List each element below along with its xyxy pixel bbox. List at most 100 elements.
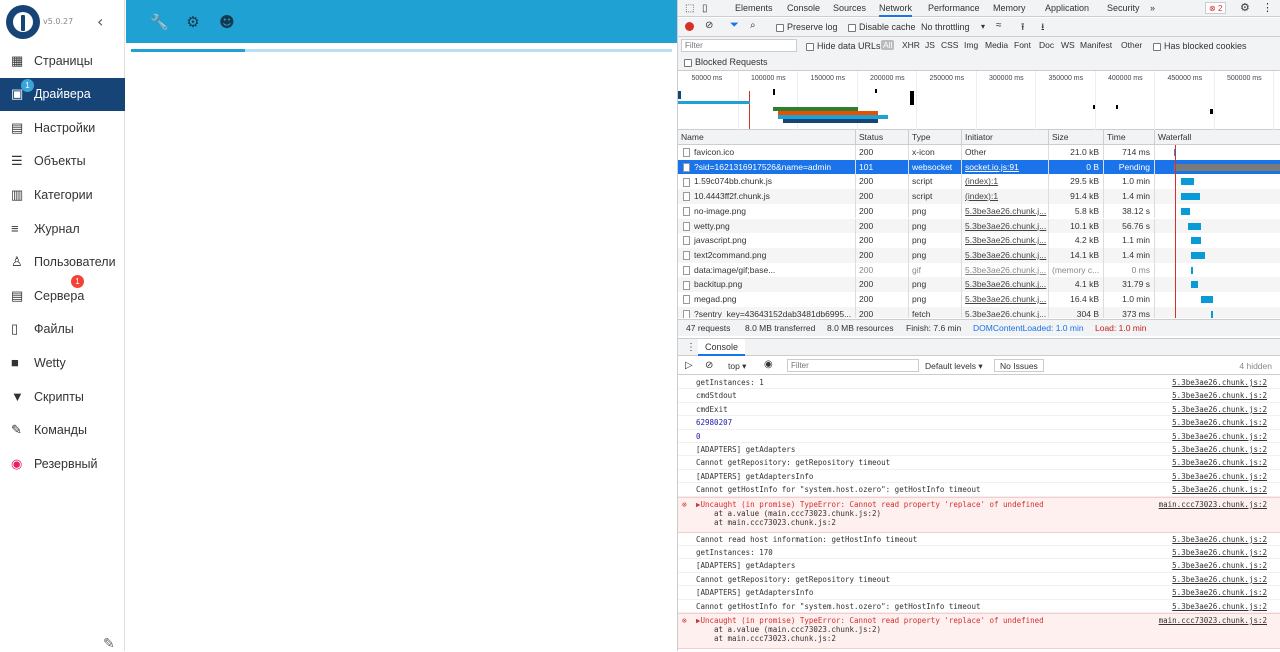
type-filter-js[interactable]: JS — [925, 40, 935, 50]
network-row[interactable]: backitup.png 200 png 5.3be3ae26.chunk.j... 4… — [678, 277, 1280, 292]
request-initiator[interactable]: (index):1 — [961, 174, 1048, 190]
download-icon[interactable]: ⭳ — [1041, 20, 1045, 37]
tab-3[interactable]: Network — [879, 3, 913, 17]
blocked-requests-checkbox[interactable]: Blocked Requests — [684, 57, 768, 67]
request-initiator[interactable]: 5.3be3ae26.chunk.j... — [961, 292, 1048, 307]
stack-frame[interactable]: at main.ccc73023.chunk.js:2 — [714, 516, 836, 529]
pencil-icon[interactable]: ✎ — [103, 636, 115, 652]
sidebar-item-0[interactable]: ▦ Страницы — [0, 44, 125, 77]
hide-data-urls-checkbox[interactable]: Hide data URLs — [806, 41, 881, 51]
network-row[interactable]: ?sentry_key=43643152dab3481db6995... 200 f… — [678, 306, 1280, 318]
sidebar-item-1[interactable]: ▣ Драйвера 1 — [0, 77, 125, 111]
type-filter-ws[interactable]: WS — [1061, 40, 1075, 50]
sidebar-item-8[interactable]: ▯ Файлы — [0, 313, 125, 346]
column-header-status[interactable]: Status — [855, 130, 908, 144]
tab-0[interactable]: Elements — [735, 3, 773, 13]
request-initiator[interactable]: 5.3be3ae26.chunk.j... — [961, 277, 1048, 292]
upload-icon[interactable]: ⭱ — [1021, 20, 1025, 37]
type-filter-css[interactable]: CSS — [941, 40, 958, 50]
console-source-link[interactable]: 5.3be3ae26.chunk.js:2 — [1172, 600, 1267, 613]
drawer-menu-icon[interactable]: ⋮ — [686, 342, 696, 353]
tab-7[interactable]: Security — [1107, 3, 1140, 13]
sidebar-item-3[interactable]: ☰ Объекты — [0, 145, 125, 178]
tab-1[interactable]: Console — [787, 3, 820, 13]
search-icon[interactable]: ⌕ — [750, 20, 756, 31]
console-source-link[interactable]: 5.3be3ae26.chunk.js:2 — [1172, 389, 1267, 402]
filter-input[interactable] — [681, 39, 797, 52]
filter-icon[interactable]: ⏷ — [730, 19, 739, 32]
app-logo[interactable] — [6, 5, 40, 39]
context-select[interactable]: top ▾ — [728, 361, 746, 372]
request-initiator[interactable]: 5.3be3ae26.chunk.j... — [961, 262, 1048, 278]
error-counter[interactable]: ⊗ 2 — [1205, 2, 1227, 14]
network-row[interactable]: megad.png 200 png 5.3be3ae26.chunk.j... 16.4… — [678, 292, 1280, 307]
chevron-left-icon[interactable]: ‹ — [97, 12, 103, 31]
type-filter-xhr[interactable]: XHR — [902, 40, 920, 50]
type-filter-other[interactable]: Other — [1121, 40, 1142, 50]
type-filter-img[interactable]: Img — [964, 40, 978, 50]
console-source-link[interactable]: 5.3be3ae26.chunk.js:2 — [1172, 533, 1267, 546]
sidebar-item-2[interactable]: ▤ Настройки — [0, 111, 125, 144]
levels-select[interactable]: Default levels ▾ — [925, 361, 983, 372]
type-filter-doc[interactable]: Doc — [1039, 40, 1054, 50]
network-row[interactable]: data:image/gif;base... 200 gif 5.3be3ae26.c… — [678, 262, 1280, 278]
network-row[interactable]: javascript.png 200 png 5.3be3ae26.chunk.j..… — [678, 233, 1280, 248]
record-icon[interactable] — [685, 22, 694, 31]
tab-6[interactable]: Application — [1045, 3, 1089, 13]
tab-5[interactable]: Memory — [993, 3, 1026, 13]
network-row[interactable]: 10.4443ff2f.chunk.js 200 script (index):1 91… — [678, 189, 1280, 204]
console-source-link[interactable]: 5.3be3ae26.chunk.js:2 — [1172, 403, 1267, 416]
blocked-cookies-checkbox[interactable]: Has blocked cookies — [1153, 41, 1247, 51]
device-toggle-icon[interactable]: ▯ — [702, 3, 708, 14]
sidebar-item-4[interactable]: ▥ Категории — [0, 178, 125, 211]
console-source-link[interactable]: 5.3be3ae26.chunk.js:2 — [1172, 573, 1267, 586]
console-source-link[interactable]: 5.3be3ae26.chunk.js:2 — [1172, 443, 1267, 456]
chevron-down-icon[interactable]: ▾ — [981, 22, 985, 31]
console-source-link[interactable]: 5.3be3ae26.chunk.js:2 — [1172, 586, 1267, 599]
sidebar-item-12[interactable]: ◉ Резервный — [0, 447, 125, 480]
head-icon[interactable]: ☻ — [218, 13, 236, 31]
request-initiator[interactable]: socket.io.js:91 — [961, 159, 1048, 175]
console-source-link[interactable]: 5.3be3ae26.chunk.js:2 — [1172, 416, 1267, 429]
sidebar-item-5[interactable]: ≡ Журнал — [0, 212, 125, 245]
console-source-link[interactable]: main.ccc73023.chunk.js:2 — [1159, 498, 1267, 511]
tab-console-drawer[interactable]: Console — [698, 339, 746, 356]
column-header-time[interactable]: Time — [1103, 130, 1154, 144]
sidebar-item-10[interactable]: ▼ Скрипты — [0, 380, 125, 413]
issues-button[interactable]: No Issues — [994, 359, 1044, 372]
network-row[interactable]: ?sid=1621316917526&name=admin 101 websocke… — [678, 159, 1280, 175]
console-source-link[interactable]: 5.3be3ae26.chunk.js:2 — [1172, 470, 1267, 483]
bug-icon[interactable]: ⚙ — [184, 13, 202, 31]
network-overview[interactable]: 50000 ms 100000 ms 150000 ms 200000 ms 25000… — [678, 71, 1280, 130]
console-source-link[interactable]: main.ccc73023.chunk.js:2 — [1159, 614, 1267, 627]
console-filter-input[interactable] — [787, 359, 919, 372]
network-row[interactable]: favicon.ico 200 x-icon Other 21.0 kB 714 ms — [678, 145, 1280, 160]
network-row[interactable]: no-image.png 200 png 5.3be3ae26.chunk.j... 5… — [678, 203, 1280, 219]
disable-cache-checkbox[interactable]: Disable cache — [848, 22, 916, 32]
wrench-icon[interactable]: 🔧 — [150, 13, 169, 31]
eye-icon[interactable]: ◉ — [764, 359, 773, 370]
network-row[interactable]: text2command.png 200 png 5.3be3ae26.chunk.j… — [678, 247, 1280, 263]
type-filter-all[interactable]: All — [881, 40, 895, 50]
request-initiator[interactable]: 5.3be3ae26.chunk.j... — [961, 203, 1048, 219]
clear-console-icon[interactable]: ⊘ — [705, 360, 713, 371]
column-header-name[interactable]: Name — [678, 130, 855, 144]
preserve-log-checkbox[interactable]: Preserve log — [776, 22, 838, 32]
request-initiator[interactable]: 5.3be3ae26.chunk.j... — [961, 233, 1048, 248]
column-header-initiator[interactable]: Initiator — [961, 130, 1048, 144]
request-initiator[interactable]: 5.3be3ae26.chunk.j... — [961, 306, 1048, 318]
type-filter-font[interactable]: Font — [1014, 40, 1031, 50]
more-icon[interactable]: ⋮ — [1262, 1, 1273, 14]
type-filter-media[interactable]: Media — [985, 40, 1008, 50]
sidebar-item-11[interactable]: ✎ Команды — [0, 414, 125, 447]
request-initiator[interactable]: 5.3be3ae26.chunk.j... — [961, 218, 1048, 234]
gear-icon[interactable]: ⚙ — [1240, 1, 1250, 14]
tab-2[interactable]: Sources — [833, 3, 866, 13]
tab-4[interactable]: Performance — [928, 3, 980, 13]
request-initiator[interactable]: (index):1 — [961, 189, 1048, 204]
column-header-size[interactable]: Size — [1048, 130, 1103, 144]
network-row[interactable]: wetty.png 200 png 5.3be3ae26.chunk.j... 10.1… — [678, 218, 1280, 234]
sidebar-toggle-icon[interactable]: ▷ — [685, 360, 693, 371]
stack-frame[interactable]: at main.ccc73023.chunk.js:2 — [714, 632, 836, 645]
console-source-link[interactable]: 5.3be3ae26.chunk.js:2 — [1172, 546, 1267, 559]
